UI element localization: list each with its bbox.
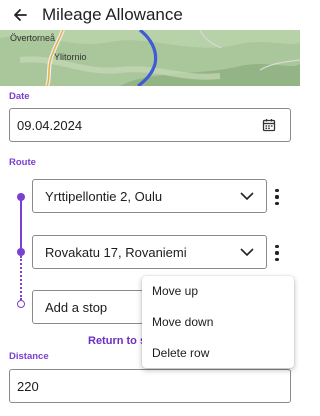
page-title: Mileage Allowance xyxy=(42,5,183,24)
route-dotted-connector xyxy=(20,256,22,300)
route-connector xyxy=(20,197,22,252)
calendar-icon[interactable] xyxy=(262,118,276,132)
back-button[interactable] xyxy=(6,0,34,30)
distance-field[interactable]: 220 xyxy=(9,369,291,403)
more-vert-icon[interactable] xyxy=(271,187,283,207)
menu-item-move-down[interactable]: Move down xyxy=(152,315,213,329)
menu-item-move-up[interactable]: Move up xyxy=(152,284,198,298)
row-context-menu: Move up Move down Delete row xyxy=(142,276,294,368)
route-map[interactable]: Övertorneå Ylitornio xyxy=(0,30,300,86)
distance-label: Distance xyxy=(9,351,49,362)
route-stop-dot xyxy=(17,248,25,256)
distance-value: 220 xyxy=(17,378,39,394)
add-stop-placeholder: Add a stop xyxy=(45,299,108,315)
menu-item-delete-row[interactable]: Delete row xyxy=(152,346,209,360)
return-to-start-link[interactable]: Return to s xyxy=(88,335,146,347)
route-stop-1[interactable]: Yrttipellontie 2, Oulu xyxy=(32,179,267,213)
map-label-overtornea: Övertorneå xyxy=(10,33,56,43)
route-stop-1-value: Yrttipellontie 2, Oulu xyxy=(45,188,163,204)
date-field[interactable]: 09.04.2024 xyxy=(9,108,291,142)
map-label-ylitornio: Ylitornio xyxy=(54,52,87,62)
arrow-left-icon xyxy=(14,9,27,21)
more-vert-icon[interactable] xyxy=(271,243,283,263)
route-end-ring xyxy=(17,300,25,308)
date-value: 09.04.2024 xyxy=(17,117,83,133)
date-label: Date xyxy=(9,91,30,102)
route-stop-2-value: Rovakatu 17, Rovaniemi xyxy=(45,244,187,260)
chevron-down-icon[interactable] xyxy=(240,248,254,257)
chevron-down-icon[interactable] xyxy=(240,192,254,201)
route-stop-2[interactable]: Rovakatu 17, Rovaniemi xyxy=(32,235,267,269)
route-label: Route xyxy=(9,157,36,168)
app-header: Mileage Allowance xyxy=(0,0,300,30)
